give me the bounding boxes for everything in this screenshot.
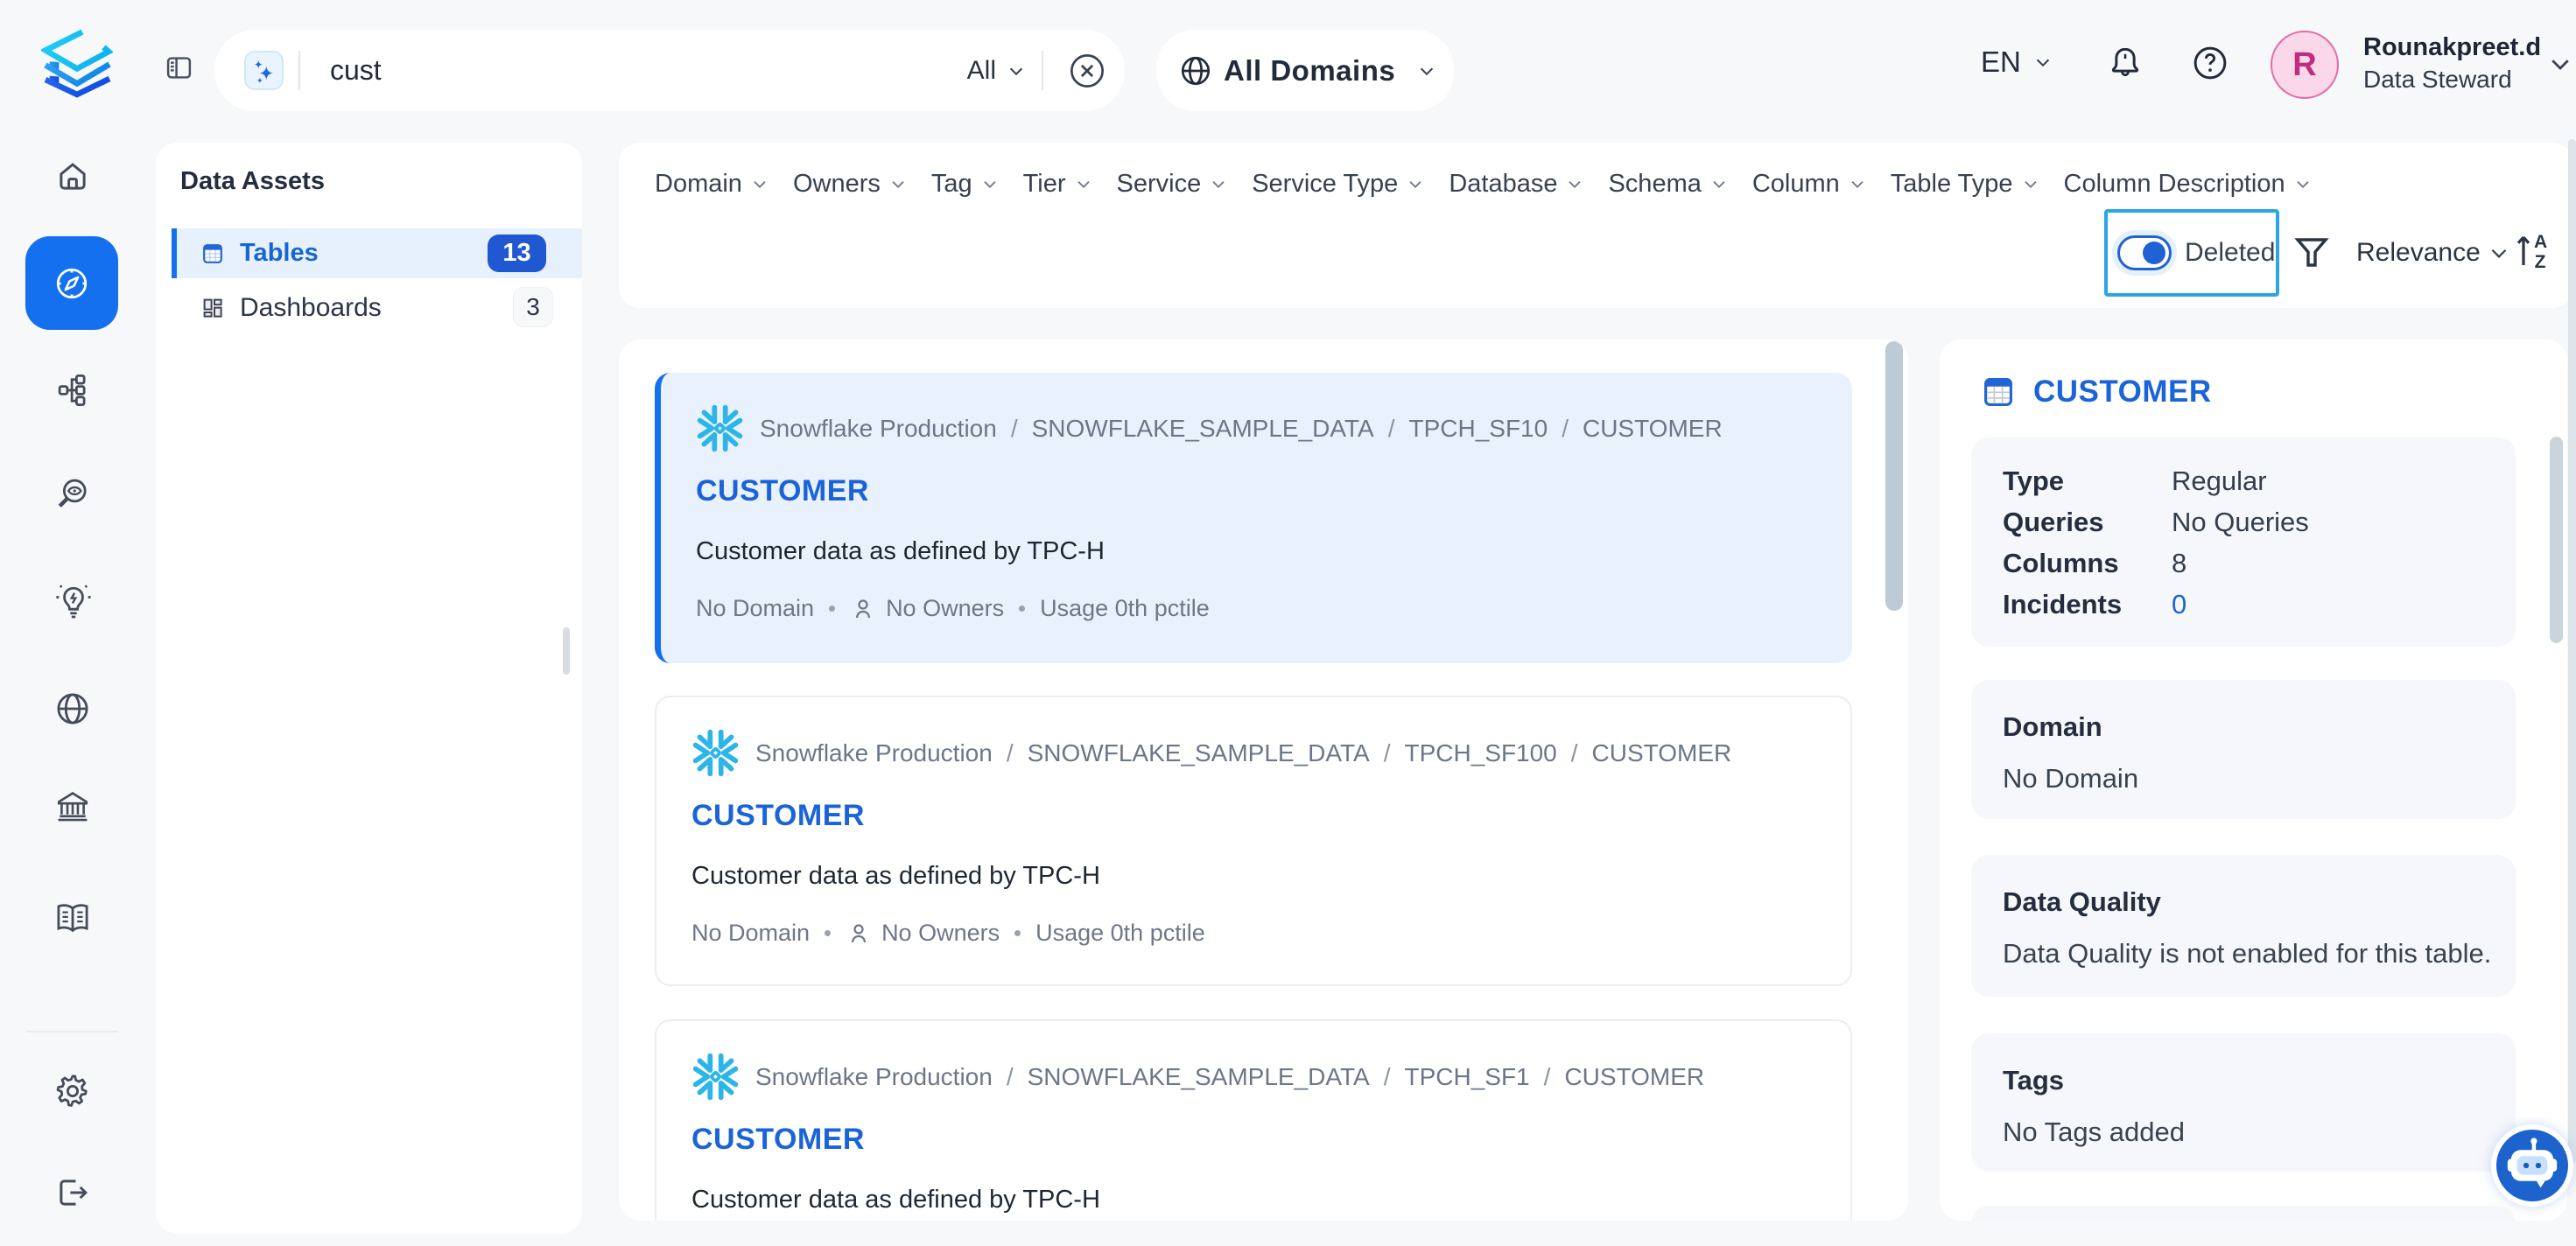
svg-text:A: A [2534, 232, 2547, 252]
svg-text:Z: Z [2535, 252, 2546, 272]
